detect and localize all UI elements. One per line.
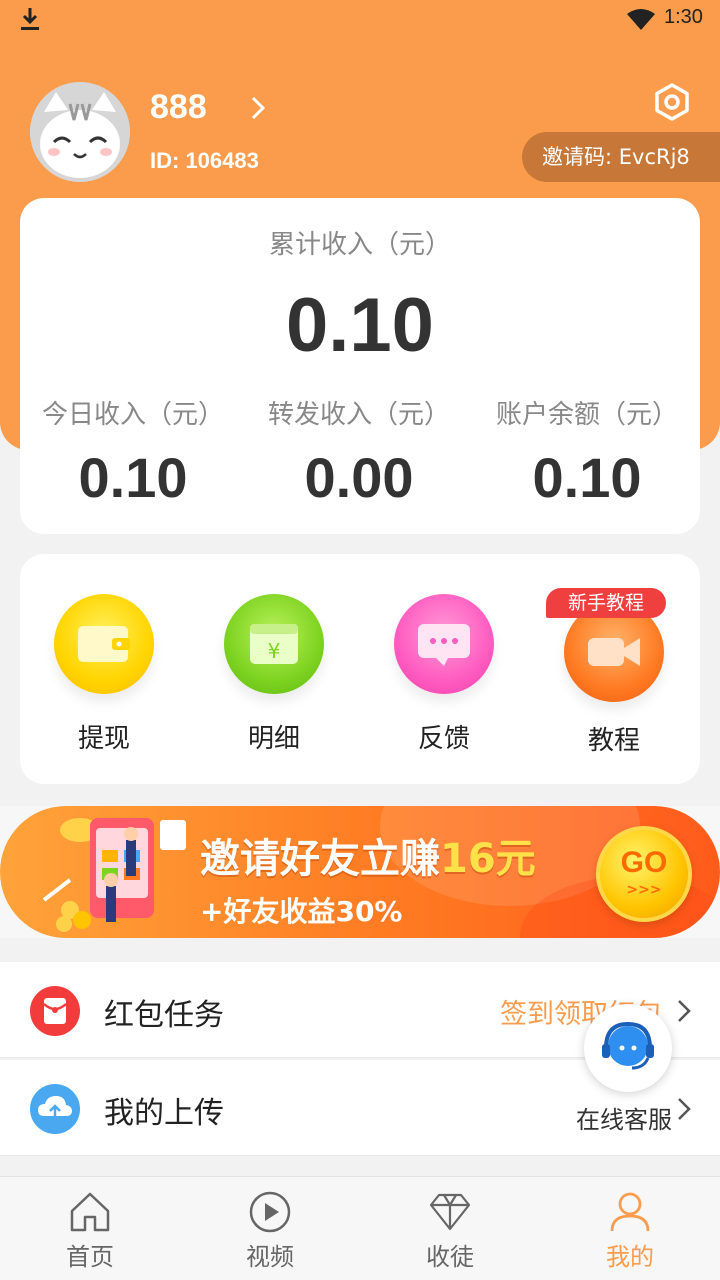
online-customer-service-label[interactable]: 在线客服 [576,1100,672,1135]
headset-icon [602,1021,654,1070]
invite-illustration-icon [42,818,186,932]
person-icon [610,1192,650,1232]
status-bar: 1:30 [0,0,720,40]
cat-avatar-icon [30,82,130,182]
online-customer-service-button[interactable] [584,1004,672,1092]
user-id: ID: 106483 [150,148,259,173]
calendar-yuan-icon: ¥ [224,594,324,694]
banner-title-prefix: 邀请好友立赚 [200,836,440,882]
menu-label: 明细 [247,724,300,754]
status-time: 1:30 [664,6,703,28]
wifi-icon [627,9,655,30]
tab-label: 我的 [606,1243,654,1271]
menu-tutorial[interactable]: 教程 [544,594,684,764]
tab-label: 视频 [246,1243,294,1271]
play-icon [249,1191,291,1233]
chat-bubble-icon [394,594,494,694]
avatar[interactable] [30,82,130,182]
bottom-tab-bar: 首页 视频 收徒 我的 [0,1176,720,1280]
tab-home[interactable]: 首页 [0,1189,180,1279]
chevron-right-icon [678,1000,691,1022]
menu-label: 教程 [587,726,640,756]
invite-banner[interactable]: 邀请好友立赚16元 +好友收益30% GO >>> [0,806,720,938]
diamond-icon [429,1193,471,1231]
stat-value: 0.10 [78,446,188,509]
chevron-right-icon[interactable] [248,94,268,122]
menu-label: 反馈 [417,724,470,754]
stat-value: 0.00 [304,446,414,509]
stat-value: 0.10 [532,446,642,509]
settings-icon[interactable] [652,82,692,122]
today-income-stat: 今日收入（元） 0.10 [20,394,246,510]
stat-label: 账户余额（元） [495,400,678,430]
tab-label: 收徒 [426,1243,474,1271]
go-button[interactable]: GO >>> [596,826,692,922]
tab-label: 首页 [66,1243,114,1271]
tab-video[interactable]: 视频 [180,1189,360,1279]
menu-label: 提现 [77,724,130,754]
balance-stat: 账户余额（元） 0.10 [474,394,700,510]
income-card: 累计收入（元） 0.10 今日收入（元） 0.10 转发收入（元） 0.00 账… [20,198,700,534]
banner-subtitle: +好友收益30% [200,895,403,928]
list-item-title: 红包任务 [104,998,224,1033]
banner-title-amount: 16元 [440,836,536,882]
tab-recruit[interactable]: 收徒 [360,1189,540,1279]
red-packet-icon [30,986,80,1036]
menu-withdraw[interactable]: 提现 [34,594,174,764]
stat-label: 转发收入（元） [267,400,450,430]
new-user-tutorial-badge: 新手教程 [546,588,666,618]
banner-background: 邀请好友立赚16元 +好友收益30% GO >>> [0,806,720,938]
home-icon [70,1192,110,1232]
invite-code-badge[interactable]: 邀请码: EvcRj8 [522,132,720,182]
menu-feedback[interactable]: 反馈 [374,594,514,764]
svg-text:¥: ¥ [268,639,281,663]
download-icon [21,8,39,30]
tab-mine[interactable]: 我的 [540,1189,720,1279]
total-income-label: 累计收入（元） [268,230,451,260]
cloud-upload-icon [30,1084,80,1134]
stat-label: 今日收入（元） [41,400,224,430]
go-label: GO [620,846,668,879]
banner-title: 邀请好友立赚16元 [200,826,536,884]
total-income-value: 0.10 [286,283,434,368]
username[interactable]: 888 [150,88,207,127]
share-income-stat: 转发收入（元） 0.00 [246,394,472,510]
list-item-title: 我的上传 [104,1096,224,1131]
wallet-icon [54,594,154,694]
chevron-right-icon [678,1098,691,1120]
go-arrows: >>> [626,882,662,898]
menu-details[interactable]: ¥ 明细 [204,594,344,764]
